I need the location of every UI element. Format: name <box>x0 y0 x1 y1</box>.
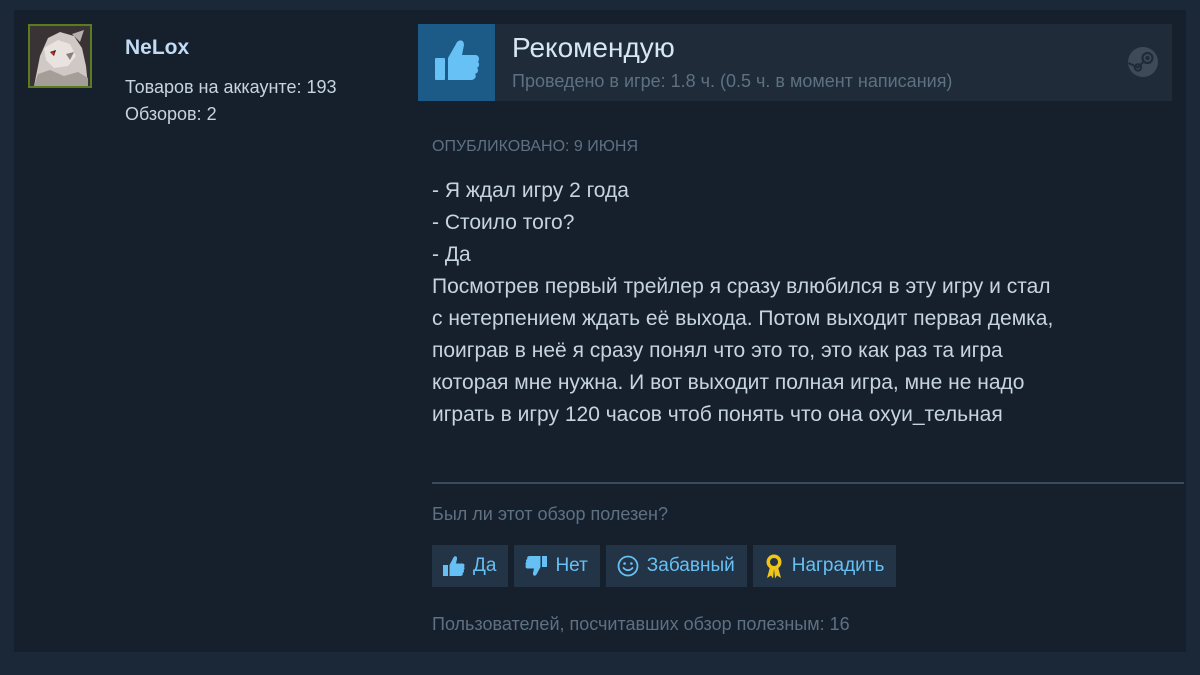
award-label: Наградить <box>791 555 885 576</box>
avatar[interactable] <box>28 24 92 88</box>
rating-buttons: Да Нет Забавный Наградить <box>432 545 897 587</box>
vote-yes-button[interactable]: Да <box>432 545 509 587</box>
recommended-thumb-box <box>418 24 495 101</box>
review-text-line: с нетерпением ждать её выхода. Потом вых… <box>432 307 1054 330</box>
vote-funny-label: Забавный <box>646 555 735 576</box>
review-verdict: Рекомендую <box>512 32 675 63</box>
review-text: - Я ждал игру 2 года - Стоило того? - Да… <box>432 175 1177 431</box>
review-text-line: играть в игру 120 часов чтоб понять что … <box>432 403 1003 426</box>
vote-no-button[interactable]: Нет <box>514 545 600 587</box>
divider <box>432 482 1184 484</box>
author-block: NeLox Товаров на аккаунте: 193 Обзоров: … <box>28 24 408 144</box>
award-ribbon-icon <box>763 553 785 579</box>
thumbs-up-icon <box>431 34 483 91</box>
playtime-info: Проведено в игре: 1.8 ч. (0.5 ч. в момен… <box>512 71 953 91</box>
review-card: NeLox Товаров на аккаунте: 193 Обзоров: … <box>14 10 1186 652</box>
review-text-line: которая мне нужна. И вот выходит полная … <box>432 371 1025 394</box>
author-name[interactable]: NeLox <box>125 36 189 60</box>
thumbs-up-icon <box>442 554 466 578</box>
smiley-icon <box>616 554 640 578</box>
vote-yes-label: Да <box>473 555 497 576</box>
award-button[interactable]: Наградить <box>752 545 897 587</box>
steam-logo-icon <box>1127 46 1159 83</box>
helpful-count: Пользователей, посчитавших обзор полезны… <box>432 614 850 634</box>
author-reviews-count[interactable]: Обзоров: 2 <box>125 104 217 125</box>
helpful-question: Был ли этот обзор полезен? <box>432 504 668 524</box>
thumbs-down-icon <box>524 554 548 578</box>
review-text-line: - Да <box>432 243 471 266</box>
author-products-count[interactable]: Товаров на аккаунте: 193 <box>125 77 337 98</box>
review-text-line: - Я ждал игру 2 года <box>432 179 629 202</box>
vote-funny-button[interactable]: Забавный <box>605 545 747 587</box>
review-text-line: поиграв в неё я сразу понял что это то, … <box>432 339 1003 362</box>
vote-no-label: Нет <box>555 555 588 576</box>
posted-date: Опубликовано: 9 июня <box>432 138 639 155</box>
review-text-line: Посмотрев первый трейлер я сразу влюбилс… <box>432 275 1051 298</box>
review-text-line: - Стоило того? <box>432 211 575 234</box>
vote-header[interactable]: Рекомендую Проведено в игре: 1.8 ч. (0.5… <box>418 24 1172 101</box>
